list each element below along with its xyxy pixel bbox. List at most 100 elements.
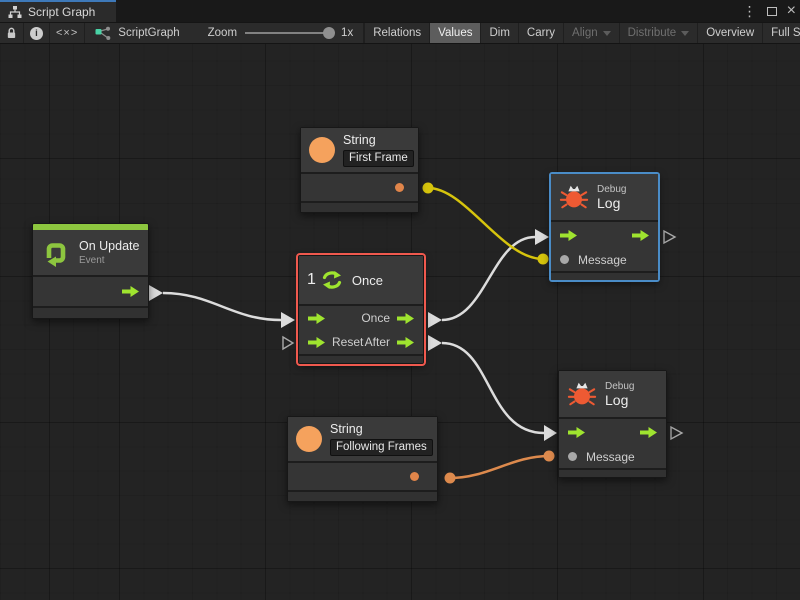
flow-out-port-debugbottom-empty[interactable] <box>671 427 682 439</box>
zoom-slider-knob[interactable] <box>323 27 335 39</box>
fullscreen-button[interactable]: Full Screen <box>763 23 800 43</box>
flow-out-port-once[interactable] <box>428 312 442 328</box>
node-body <box>33 277 148 306</box>
node-once[interactable]: 1 Once Once Reset After <box>298 255 424 364</box>
node-category: Debug <box>605 381 634 392</box>
node-footer <box>299 354 423 363</box>
node-string-following-frames[interactable]: String Following Frames <box>287 416 438 502</box>
lock-icon <box>6 26 17 40</box>
flow-out-port-after[interactable] <box>428 335 442 351</box>
graph-toolbar: i <×> ScriptGraph Zoom 1x Relations Valu… <box>0 22 800 44</box>
node-header: Debug Log <box>551 174 658 222</box>
flow-in-port-once[interactable] <box>281 312 295 328</box>
maximize-icon[interactable] <box>767 7 777 16</box>
zoom-slider[interactable] <box>245 32 333 34</box>
value-in-port-message-top[interactable] <box>538 254 549 265</box>
value-in-port-message-bottom[interactable] <box>544 451 555 462</box>
exec-output-port[interactable] <box>640 427 657 438</box>
values-button[interactable]: Values <box>430 23 481 43</box>
port-label-once: Once <box>361 311 390 325</box>
edit-source-button[interactable]: <×> <box>50 23 85 43</box>
node-body: Message <box>551 222 658 271</box>
exec-input-port[interactable] <box>308 313 325 324</box>
node-header: Debug Log <box>559 371 666 419</box>
flow-in-port-debugtop[interactable] <box>535 229 549 245</box>
exec-output-port[interactable] <box>122 286 139 297</box>
node-subtitle: Event <box>79 255 139 266</box>
align-dropdown[interactable]: Align <box>564 23 620 43</box>
tab-script-graph[interactable]: Script Graph <box>0 0 116 22</box>
exec-output-port[interactable] <box>632 230 649 241</box>
overview-button[interactable]: Overview <box>698 23 763 43</box>
flow-in-port-reset-empty[interactable] <box>283 337 293 349</box>
code-icon: <×> <box>56 27 78 39</box>
exec-input-port[interactable] <box>568 427 585 438</box>
node-debug-log-bottom[interactable]: Debug Log Message <box>558 370 667 478</box>
port-label-reset: Reset <box>332 335 363 349</box>
node-title: String <box>343 133 414 147</box>
node-title: Once <box>352 273 383 288</box>
node-category: Debug <box>597 184 626 195</box>
exec-output-port-after[interactable] <box>397 337 414 348</box>
node-header: On Update Event <box>33 230 148 277</box>
menu-kebab-icon[interactable]: ⋮ <box>743 4 757 18</box>
exec-input-port-reset[interactable] <box>308 337 325 348</box>
on-update-loop-icon <box>41 238 71 268</box>
node-body <box>288 463 437 490</box>
string-value-field[interactable]: First Frame <box>343 150 414 167</box>
wire-onupdate-to-once[interactable] <box>163 293 281 320</box>
string-value-field[interactable]: Following Frames <box>330 439 433 456</box>
lock-button[interactable] <box>0 23 24 43</box>
port-label-message: Message <box>578 253 627 267</box>
flow-in-port-debugbottom[interactable] <box>544 425 557 441</box>
script-graph-icon <box>95 26 111 41</box>
window-controls: ⋮ × <box>743 0 796 22</box>
node-title: On Update <box>79 239 139 253</box>
node-title: Log <box>605 392 634 408</box>
string-output-port[interactable] <box>410 472 419 481</box>
info-icon: i <box>30 27 43 40</box>
info-button[interactable]: i <box>24 23 50 43</box>
dim-button[interactable]: Dim <box>481 23 518 43</box>
close-icon[interactable]: × <box>787 3 796 19</box>
window-titlebar: Script Graph ⋮ × <box>0 0 800 22</box>
node-string-first-frame[interactable]: String First Frame <box>300 127 419 213</box>
node-debug-log-top[interactable]: Debug Log Message <box>550 173 659 281</box>
node-on-update[interactable]: On Update Event <box>32 223 149 319</box>
node-header: String Following Frames <box>288 417 437 463</box>
node-header: String First Frame <box>301 128 418 174</box>
string-type-icon <box>309 137 335 163</box>
chevron-down-icon <box>681 31 689 36</box>
string-output-port[interactable] <box>395 183 404 192</box>
message-input-port[interactable] <box>568 452 577 461</box>
value-out-port-followingframes[interactable] <box>445 473 456 484</box>
once-cycle-icon <box>320 268 344 292</box>
node-footer <box>301 201 418 212</box>
zoom-label: Zoom <box>208 27 237 39</box>
port-label-message: Message <box>586 450 635 464</box>
bug-icon <box>559 182 589 212</box>
node-footer <box>551 271 658 280</box>
relations-button[interactable]: Relations <box>365 23 430 43</box>
graph-canvas[interactable]: String First Frame On Update Event <box>0 44 800 600</box>
wire-once-to-debugtop[interactable] <box>442 237 535 320</box>
zoom-control: Zoom 1x <box>190 23 365 43</box>
node-footer <box>33 306 148 318</box>
distribute-dropdown[interactable]: Distribute <box>620 23 699 43</box>
node-body: Once Reset After <box>299 306 423 354</box>
carry-button[interactable]: Carry <box>519 23 564 43</box>
value-out-port-firstframe[interactable] <box>423 183 434 194</box>
flow-out-port-onupdate[interactable] <box>149 285 163 301</box>
exec-output-port-once[interactable] <box>397 313 414 324</box>
wire-followingframes-to-message[interactable] <box>450 456 549 478</box>
node-body <box>301 174 418 201</box>
flow-out-port-debugtop-empty[interactable] <box>664 231 675 243</box>
wire-firstframe-to-message[interactable] <box>428 188 543 259</box>
node-footer <box>559 468 666 477</box>
graph-reference-breadcrumb[interactable]: ScriptGraph <box>85 23 189 43</box>
wire-after-to-debugbottom[interactable] <box>442 343 544 433</box>
toolbar-button-group: Relations Values Dim Carry Align Distrib… <box>364 23 800 43</box>
message-input-port[interactable] <box>560 255 569 264</box>
node-header: 1 Once <box>299 256 423 306</box>
exec-input-port[interactable] <box>560 230 577 241</box>
